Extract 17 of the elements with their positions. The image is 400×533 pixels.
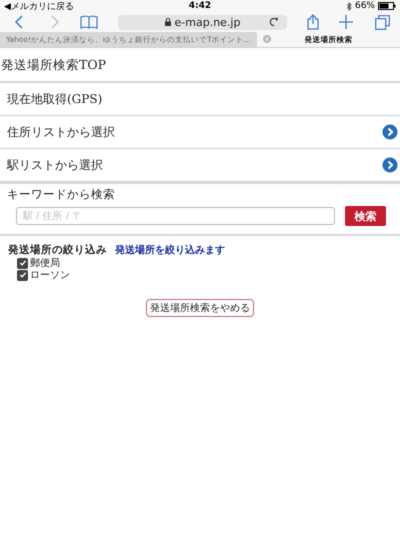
filter-link[interactable]: 発送場所を絞り込みます: [115, 243, 225, 257]
page-title: 発送場所検索TOP: [0, 48, 400, 83]
keyword-field[interactable]: 駅 / 住所 / 〒: [16, 207, 335, 225]
checkbox-label: ローソン: [30, 269, 70, 282]
address-bar[interactable]: e-map.ne.jp: [118, 14, 287, 30]
checkbox-label: 郵便局: [30, 256, 60, 270]
battery-percentage: 66%: [354, 1, 375, 11]
menu-row[interactable]: 駅リストから選択: [0, 149, 400, 182]
search-button[interactable]: 検索: [345, 206, 386, 226]
section-heading: 発送場所の絞り込み: [8, 243, 107, 257]
menu-row[interactable]: 現在地取得(GPS): [0, 83, 400, 116]
section-heading: キーワードから検索: [7, 187, 116, 202]
menu-row[interactable]: 住所リストから選択: [0, 116, 400, 149]
back-to-app-link[interactable]: ◀メルカリに戻る: [4, 0, 74, 12]
cancel-button[interactable]: 発送場所検索をやめる: [146, 299, 254, 317]
url-text: e-map.ne.jp: [174, 16, 240, 28]
clock: 4:42: [188, 1, 212, 11]
